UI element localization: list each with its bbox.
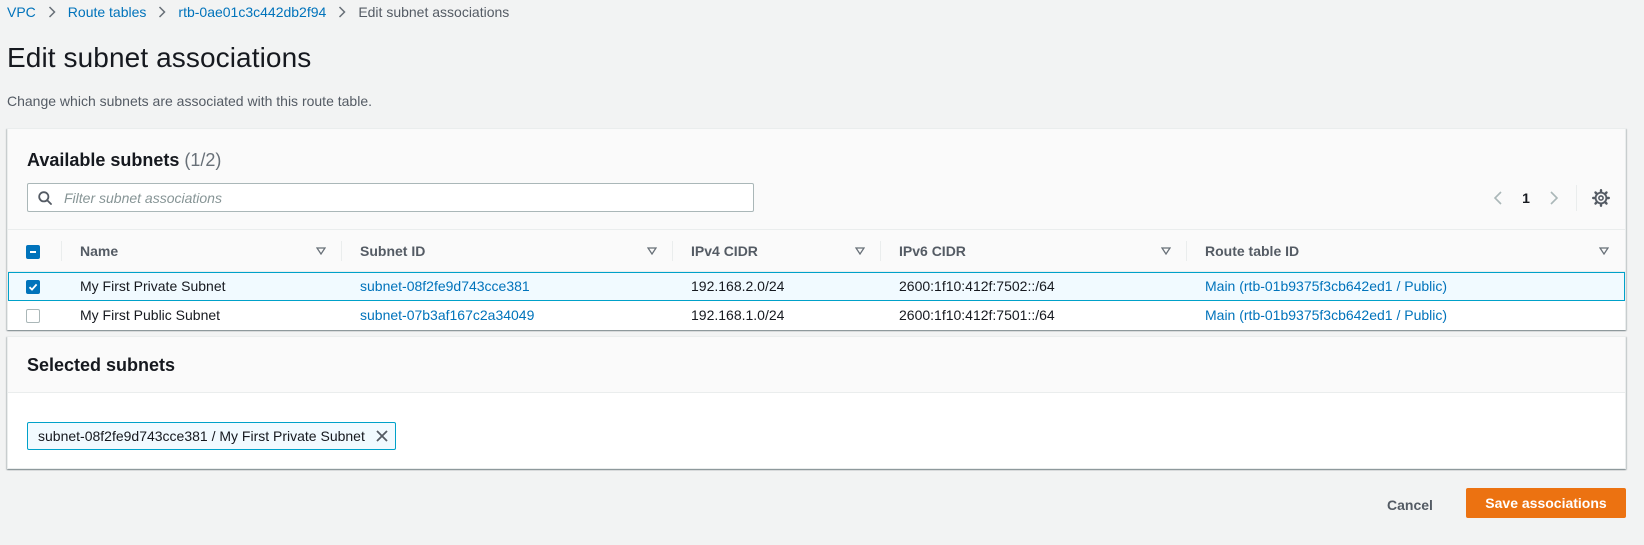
page: VPC Route tables rtb-0ae01c3c442db2f94 E…: [0, 0, 1644, 545]
gear-icon[interactable]: [1589, 189, 1613, 207]
select-all-header: [8, 230, 62, 272]
pagination: 1: [1484, 185, 1613, 211]
subnets-table: Name Subnet ID IPv4 CIDR IPv6 CIDR Route…: [8, 229, 1625, 330]
column-route-table-label: Route table ID: [1205, 242, 1300, 259]
save-associations-button[interactable]: Save associations: [1466, 488, 1626, 518]
subnet-id-cell: subnet-07b3af167c2a34049: [342, 301, 673, 330]
route-table-link[interactable]: Main (rtb-01b9375f3cb642ed1 / Public): [1205, 307, 1447, 323]
column-name-label: Name: [80, 242, 119, 259]
route-table-cell: Main (rtb-01b9375f3cb642ed1 / Public): [1187, 301, 1625, 330]
available-subnets-count: (1/2): [184, 150, 222, 170]
row-checkbox[interactable]: [26, 280, 40, 295]
sort-caret-icon: [1161, 246, 1171, 255]
sort-caret-icon: [855, 246, 865, 255]
subnet-name: My First Public Subnet: [80, 307, 221, 323]
column-header-ipv4-cidr[interactable]: IPv4 CIDR: [673, 230, 881, 272]
selected-subnets-title: Selected subnets: [27, 355, 176, 375]
close-icon[interactable]: [375, 429, 389, 443]
column-subnet-id-label: Subnet ID: [360, 242, 426, 259]
selected-subnet-token-label: subnet-08f2fe9d743cce381 / My First Priv…: [38, 428, 365, 444]
selected-subnets-header: Selected subnets: [8, 337, 1625, 393]
route-table-cell: Main (rtb-01b9375f3cb642ed1 / Public): [1187, 272, 1625, 301]
table-row[interactable]: My First Private Subnet subnet-08f2fe9d7…: [8, 271, 1625, 301]
search-icon: [28, 190, 62, 205]
column-header-ipv6-cidr[interactable]: IPv6 CIDR: [881, 230, 1187, 272]
breadcrumb-route-table-id[interactable]: rtb-0ae01c3c442db2f94: [178, 4, 326, 20]
subnet-id-cell: subnet-08f2fe9d743cce381: [342, 272, 673, 301]
available-subnets-title-text: Available subnets: [27, 150, 180, 170]
select-all-checkbox[interactable]: [26, 244, 40, 259]
breadcrumb-route-tables[interactable]: Route tables: [68, 4, 147, 20]
available-subnets-title: Available subnets (1/2): [27, 150, 221, 171]
row-checkbox-cell: [8, 301, 62, 330]
page-title: Edit subnet associations: [7, 42, 312, 73]
row-checkbox-cell: [8, 272, 62, 301]
column-header-route-table-id[interactable]: Route table ID: [1187, 230, 1625, 272]
ipv6-cidr: 2600:1f10:412f:7501::/64: [899, 307, 1055, 323]
ipv4-cidr: 192.168.1.0/24: [691, 307, 785, 323]
subnet-id-link[interactable]: subnet-08f2fe9d743cce381: [360, 278, 530, 294]
page-description: Change which subnets are associated with…: [7, 93, 372, 109]
next-page-button[interactable]: [1540, 191, 1568, 205]
selected-subnet-token: subnet-08f2fe9d743cce381 / My First Priv…: [27, 422, 396, 450]
row-checkbox[interactable]: [26, 309, 40, 324]
minus-icon: [30, 250, 36, 253]
subnet-id-link[interactable]: subnet-07b3af167c2a34049: [360, 307, 534, 323]
breadcrumb-current: Edit subnet associations: [358, 4, 510, 20]
column-header-subnet-id[interactable]: Subnet ID: [342, 230, 673, 272]
route-table-link[interactable]: Main (rtb-01b9375f3cb642ed1 / Public): [1205, 278, 1447, 294]
cancel-button[interactable]: Cancel: [1375, 491, 1445, 519]
available-subnets-header: Available subnets (1/2) 1: [8, 129, 1625, 229]
selected-subnets-panel: Selected subnets subnet-08f2fe9d743cce38…: [7, 336, 1626, 469]
chevron-right-icon: [158, 6, 166, 18]
sort-caret-icon: [1599, 246, 1609, 255]
checkmark-icon: [28, 284, 38, 292]
previous-page-button[interactable]: [1484, 191, 1512, 205]
ipv6-cidr: 2600:1f10:412f:7502::/64: [899, 278, 1055, 295]
table-header-row: Name Subnet ID IPv4 CIDR IPv6 CIDR Route…: [8, 229, 1625, 272]
available-subnets-panel: Available subnets (1/2) 1: [7, 128, 1626, 330]
breadcrumb: VPC Route tables rtb-0ae01c3c442db2f94 E…: [7, 0, 509, 24]
ipv4-cidr: 192.168.2.0/24: [691, 278, 785, 295]
chevron-right-icon: [338, 6, 346, 18]
chevron-right-icon: [1550, 191, 1559, 205]
sort-caret-icon: [316, 246, 326, 255]
subnet-name: My First Private Subnet: [80, 278, 226, 295]
column-header-name[interactable]: Name: [62, 230, 342, 272]
chevron-right-icon: [48, 6, 56, 18]
filter-input[interactable]: [62, 188, 753, 207]
pager-divider: [1576, 185, 1577, 211]
sort-caret-icon: [647, 246, 657, 255]
chevron-left-icon: [1493, 191, 1502, 205]
filter-box: [27, 183, 754, 212]
column-ipv4-label: IPv4 CIDR: [691, 242, 758, 259]
column-ipv6-label: IPv6 CIDR: [899, 242, 966, 259]
page-number[interactable]: 1: [1512, 190, 1540, 206]
table-row[interactable]: My First Public Subnet subnet-07b3af167c…: [8, 301, 1625, 330]
breadcrumb-vpc[interactable]: VPC: [7, 4, 36, 20]
